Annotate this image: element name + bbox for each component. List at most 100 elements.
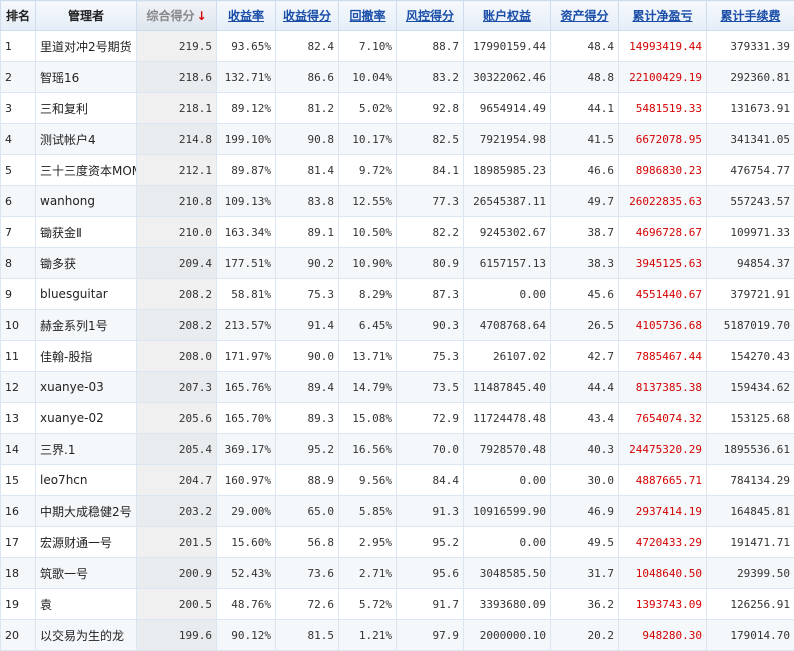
cell-rank: 14: [1, 434, 36, 465]
table-row[interactable]: 15leo7hcn204.7160.97%88.99.56%84.40.0030…: [1, 465, 794, 496]
cell-return-rate: 109.13%: [217, 186, 276, 217]
header-drawdown[interactable]: 回撤率: [339, 1, 397, 31]
table-row[interactable]: 1里道对冲2号期货219.593.65%82.47.10%88.71799015…: [1, 31, 794, 62]
table-row[interactable]: 6wanhong210.8109.13%83.812.55%77.3265453…: [1, 186, 794, 217]
cell-rank: 8: [1, 248, 36, 279]
header-equity[interactable]: 账户权益: [464, 1, 551, 31]
cell-return-score: 89.4: [276, 372, 339, 403]
cell-rank: 19: [1, 589, 36, 620]
cell-equity: 26545387.11: [464, 186, 551, 217]
cell-composite-score: 205.6: [137, 403, 217, 434]
cell-rank: 12: [1, 372, 36, 403]
cell-drawdown: 10.90%: [339, 248, 397, 279]
table-row[interactable]: 8锄多获209.4177.51%90.210.90%80.96157157.13…: [1, 248, 794, 279]
cell-composite-score: 219.5: [137, 31, 217, 62]
cell-risk-score: 97.9: [397, 620, 464, 651]
table-row[interactable]: 12xuanye-03207.3165.76%89.414.79%73.5114…: [1, 372, 794, 403]
header-return-score[interactable]: 收益得分: [276, 1, 339, 31]
cell-asset-score: 26.5: [551, 310, 619, 341]
cell-net-pnl: 4105736.68: [619, 310, 707, 341]
cell-composite-score: 210.8: [137, 186, 217, 217]
cell-composite-score: 201.5: [137, 527, 217, 558]
header-asset-score[interactable]: 资产得分: [551, 1, 619, 31]
cell-fees: 126256.91: [707, 589, 794, 620]
cell-risk-score: 92.8: [397, 93, 464, 124]
table-row[interactable]: 9bluesguitar208.258.81%75.38.29%87.30.00…: [1, 279, 794, 310]
cell-drawdown: 8.29%: [339, 279, 397, 310]
cell-return-score: 91.4: [276, 310, 339, 341]
cell-manager: 智瑶16: [36, 62, 137, 93]
cell-return-rate: 93.65%: [217, 31, 276, 62]
cell-manager: bluesguitar: [36, 279, 137, 310]
cell-net-pnl: 7654074.32: [619, 403, 707, 434]
cell-net-pnl: 1393743.09: [619, 589, 707, 620]
cell-risk-score: 77.3: [397, 186, 464, 217]
cell-drawdown: 5.02%: [339, 93, 397, 124]
table-row[interactable]: 13xuanye-02205.6165.70%89.315.08%72.9117…: [1, 403, 794, 434]
header-return-rate[interactable]: 收益率: [217, 1, 276, 31]
table-row[interactable]: 18筑歌一号200.952.43%73.62.71%95.63048585.50…: [1, 558, 794, 589]
cell-risk-score: 95.2: [397, 527, 464, 558]
cell-rank: 3: [1, 93, 36, 124]
cell-return-score: 56.8: [276, 527, 339, 558]
table-row[interactable]: 3三和复利218.189.12%81.25.02%92.89654914.494…: [1, 93, 794, 124]
header-fees[interactable]: 累计手续费: [707, 1, 794, 31]
cell-rank: 1: [1, 31, 36, 62]
cell-drawdown: 5.85%: [339, 496, 397, 527]
cell-composite-score: 200.9: [137, 558, 217, 589]
table-row[interactable]: 2智瑶16218.6132.71%86.610.04%83.230322062.…: [1, 62, 794, 93]
table-row[interactable]: 20以交易为生的龙199.690.12%81.51.21%97.92000000…: [1, 620, 794, 651]
cell-fees: 29399.50: [707, 558, 794, 589]
cell-rank: 2: [1, 62, 36, 93]
table-row[interactable]: 16中期大成稳健2号203.229.00%65.05.85%91.3109165…: [1, 496, 794, 527]
cell-risk-score: 95.6: [397, 558, 464, 589]
cell-fees: 164845.81: [707, 496, 794, 527]
cell-equity: 11724478.48: [464, 403, 551, 434]
cell-equity: 18985985.23: [464, 155, 551, 186]
cell-net-pnl: 26022835.63: [619, 186, 707, 217]
cell-rank: 9: [1, 279, 36, 310]
cell-drawdown: 16.56%: [339, 434, 397, 465]
cell-net-pnl: 4720433.29: [619, 527, 707, 558]
cell-composite-score: 209.4: [137, 248, 217, 279]
cell-net-pnl: 948280.30: [619, 620, 707, 651]
table-row[interactable]: 4测试帐户4214.8199.10%90.810.17%82.57921954.…: [1, 124, 794, 155]
table-row[interactable]: 11佳翰-股指208.0171.97%90.013.71%75.326107.0…: [1, 341, 794, 372]
cell-return-rate: 177.51%: [217, 248, 276, 279]
cell-equity: 0.00: [464, 527, 551, 558]
table-row[interactable]: 17宏源财通一号201.515.60%56.82.95%95.20.0049.5…: [1, 527, 794, 558]
header-risk-score[interactable]: 风控得分: [397, 1, 464, 31]
table-body: 1里道对冲2号期货219.593.65%82.47.10%88.71799015…: [1, 31, 794, 651]
cell-return-score: 89.3: [276, 403, 339, 434]
cell-return-score: 95.2: [276, 434, 339, 465]
table-row[interactable]: 10赫金系列1号208.2213.57%91.46.45%90.34708768…: [1, 310, 794, 341]
cell-manager: wanhong: [36, 186, 137, 217]
cell-risk-score: 84.4: [397, 465, 464, 496]
cell-net-pnl: 7885467.44: [619, 341, 707, 372]
cell-equity: 9654914.49: [464, 93, 551, 124]
table-row[interactable]: 7锄获金Ⅱ210.0163.34%89.110.50%82.29245302.6…: [1, 217, 794, 248]
cell-composite-score: 214.8: [137, 124, 217, 155]
cell-equity: 9245302.67: [464, 217, 551, 248]
cell-fees: 1895536.61: [707, 434, 794, 465]
cell-asset-score: 44.4: [551, 372, 619, 403]
cell-manager: 宏源财通一号: [36, 527, 137, 558]
cell-equity: 30322062.46: [464, 62, 551, 93]
cell-equity: 6157157.13: [464, 248, 551, 279]
cell-rank: 16: [1, 496, 36, 527]
header-composite-score[interactable]: 综合得分↓: [137, 1, 217, 31]
cell-return-score: 83.8: [276, 186, 339, 217]
cell-manager: 里道对冲2号期货: [36, 31, 137, 62]
cell-net-pnl: 24475320.29: [619, 434, 707, 465]
cell-composite-score: 218.1: [137, 93, 217, 124]
cell-manager: 筑歌一号: [36, 558, 137, 589]
header-net-pnl[interactable]: 累计净盈亏: [619, 1, 707, 31]
table-row[interactable]: 19袁200.548.76%72.65.72%91.73393680.0936.…: [1, 589, 794, 620]
table-row[interactable]: 14三界.1205.4369.17%95.216.56%70.07928570.…: [1, 434, 794, 465]
cell-equity: 17990159.44: [464, 31, 551, 62]
cell-composite-score: 208.0: [137, 341, 217, 372]
cell-fees: 379721.91: [707, 279, 794, 310]
cell-return-rate: 58.81%: [217, 279, 276, 310]
cell-risk-score: 88.7: [397, 31, 464, 62]
table-row[interactable]: 5三十三度资本MOM212.189.87%81.49.72%84.1189859…: [1, 155, 794, 186]
